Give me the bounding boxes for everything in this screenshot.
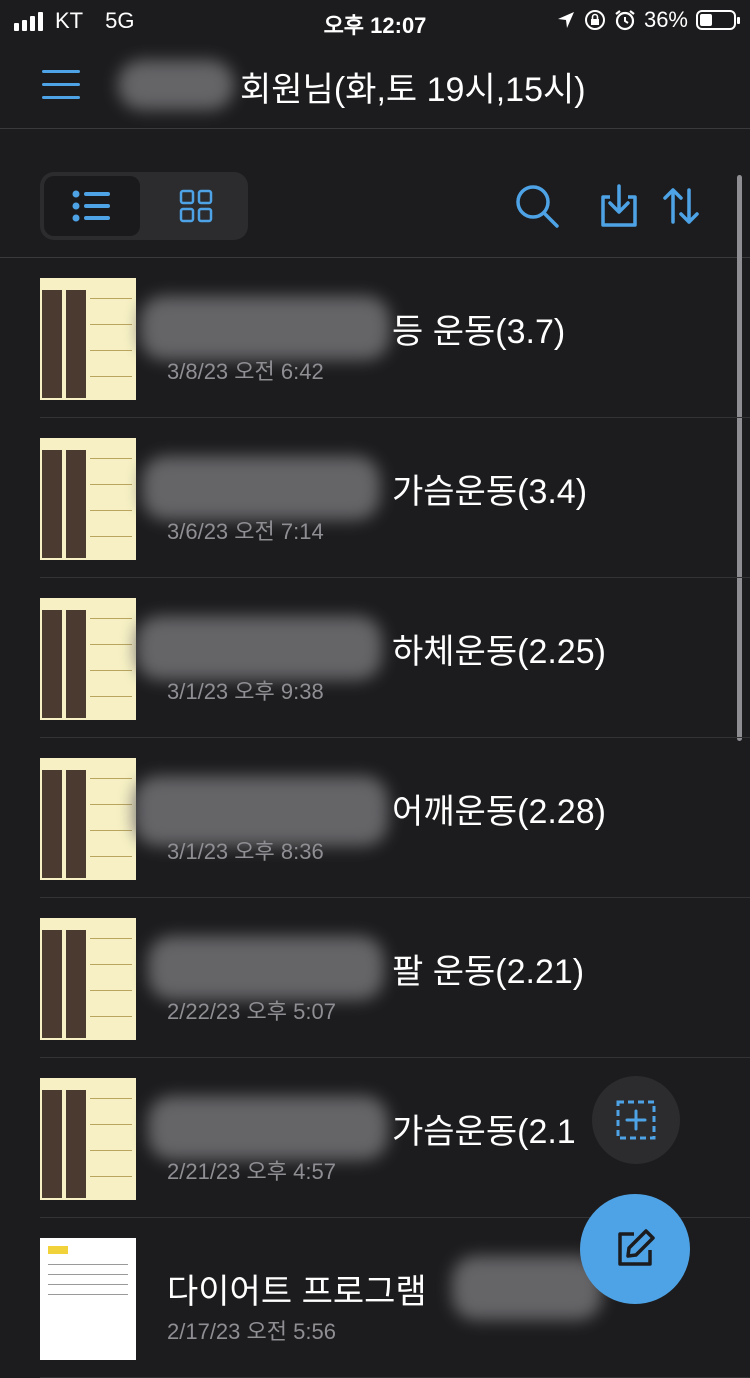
list-item[interactable]: 등 운동(3.7) 3/8/23 오전 6:42 [0,258,750,418]
add-scan-button[interactable] [592,1076,680,1164]
list-item[interactable]: 팔 운동(2.21) 2/22/23 오후 5:07 [0,898,750,1058]
list-view-icon [72,190,110,222]
file-thumbnail [40,1238,136,1360]
download-icon [601,184,637,227]
battery-icon [696,10,740,30]
orientation-lock-icon [584,10,605,30]
file-date: 3/1/23 오후 8:36 [167,839,324,864]
file-thumbnail [40,1078,136,1200]
redacted-name [118,60,234,110]
file-thumbnail [40,438,136,560]
list-item[interactable]: 가슴운동(3.4) 3/6/23 오전 7:14 [0,418,750,578]
list-item[interactable]: 어깨운동(2.28) 3/1/23 오후 8:36 [0,738,750,898]
grid-view-icon [179,189,213,223]
file-title: 어깨운동(2.28) [392,793,606,831]
sort-button[interactable] [656,181,706,231]
toolbar [0,129,750,258]
edit-icon [618,1229,655,1266]
status-bar: KT 5G 오후 12:07 36% [0,0,750,44]
redacted-text [142,456,380,520]
search-icon [516,185,559,228]
file-title: 하체운동(2.25) [392,633,606,671]
sort-icon [663,188,699,224]
download-button[interactable] [594,181,644,231]
compose-button[interactable] [580,1194,690,1304]
grid-view-button[interactable] [148,176,244,236]
file-thumbnail [40,598,136,720]
file-date: 2/17/23 오전 5:56 [167,1319,336,1344]
file-title: 가슴운동(2.1 [392,1113,576,1151]
scan-add-icon [616,1100,656,1140]
file-title: 다이어트 프로그램 [167,1273,427,1311]
list-view-button[interactable] [44,176,140,236]
file-title: 등 운동(3.7) [392,313,566,351]
battery-percent: 36% [643,7,688,32]
file-date: 2/21/23 오후 4:57 [167,1159,336,1184]
list-item[interactable]: 하체운동(2.25) 3/1/23 오후 9:38 [0,578,750,738]
redacted-text [136,616,382,680]
file-thumbnail [40,918,136,1040]
redacted-text [148,1096,388,1160]
search-button[interactable] [512,181,562,231]
file-thumbnail [40,278,136,400]
file-date: 2/22/23 오후 5:07 [167,999,336,1024]
redacted-text [140,296,390,360]
file-title: 팔 운동(2.21) [392,953,585,991]
hamburger-menu-icon[interactable] [40,66,84,106]
file-date: 3/6/23 오전 7:14 [167,519,324,544]
redacted-text [148,936,384,1000]
page-title: 회원님(화,토 19시,15시) [240,71,586,109]
file-date: 3/8/23 오전 6:42 [167,359,324,384]
view-mode-switcher [40,172,248,240]
file-title: 가슴운동(3.4) [392,473,588,511]
file-thumbnail [40,758,136,880]
alarm-icon [615,10,635,31]
file-date: 3/1/23 오후 9:38 [167,679,324,704]
navigation-header: 회원님(화,토 19시,15시) [0,44,750,129]
redacted-text [452,1256,602,1320]
location-arrow-icon [557,12,574,28]
